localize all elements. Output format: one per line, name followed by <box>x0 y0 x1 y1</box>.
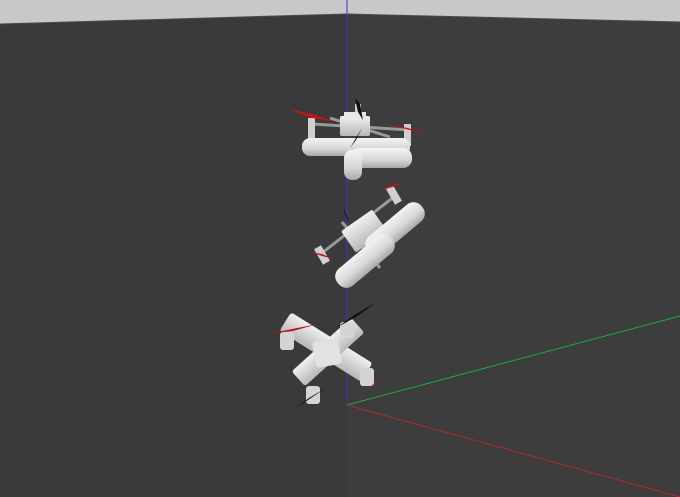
motor <box>280 332 294 350</box>
motor <box>308 118 315 140</box>
payload-cylinder <box>344 150 362 180</box>
motor <box>306 386 320 404</box>
scene-canvas[interactable] <box>0 0 680 497</box>
drone-top-plate <box>344 112 366 118</box>
ground-plane-right <box>347 14 680 497</box>
drone-body <box>340 116 370 136</box>
drone-hub <box>312 338 342 368</box>
ground-plane-left <box>0 14 347 497</box>
3d-viewport[interactable] <box>0 0 680 497</box>
motor <box>360 368 374 386</box>
